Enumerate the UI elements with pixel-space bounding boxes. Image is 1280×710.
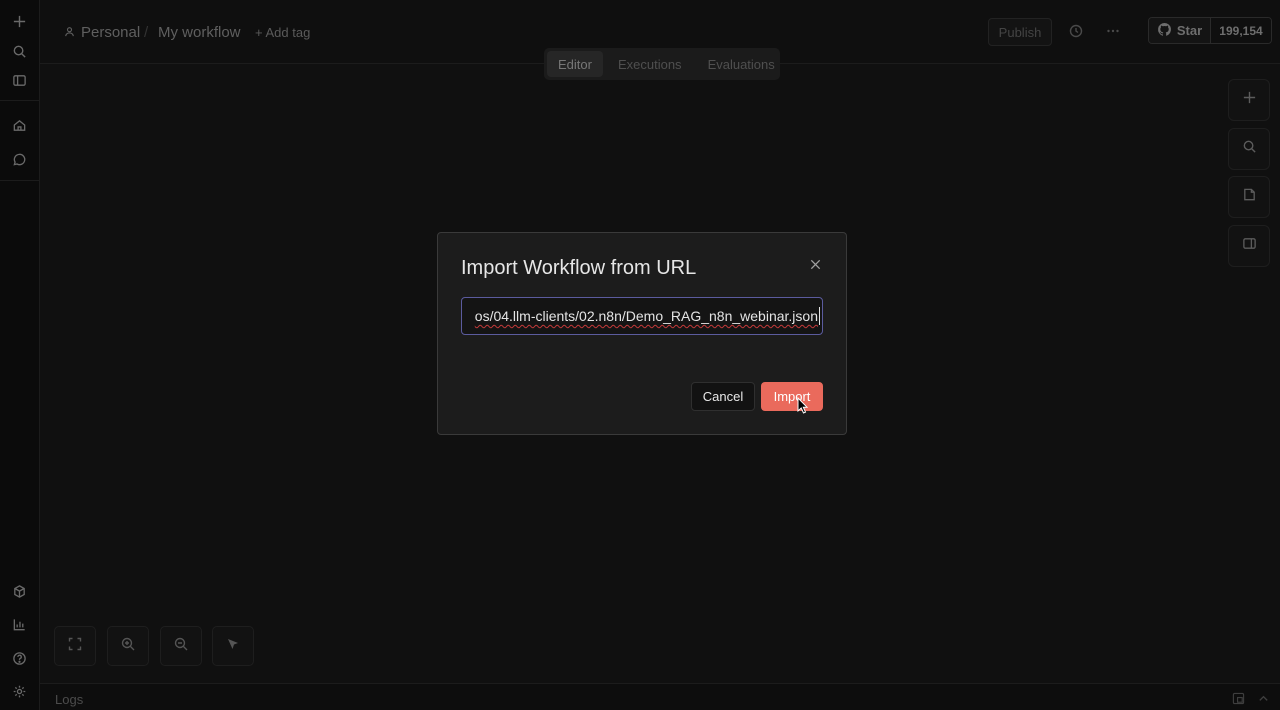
logs-panel-bar[interactable]: Logs [40,683,1280,710]
search-icon[interactable] [10,42,28,60]
toggle-panel-button[interactable] [1228,225,1270,267]
github-star-button[interactable]: Star 199,154 [1148,17,1272,44]
more-options-icon[interactable] [1105,23,1121,44]
add-tag-button[interactable]: + Add tag [255,25,310,40]
tab-executions[interactable]: Executions [607,51,693,77]
templates-icon[interactable] [10,582,28,600]
github-icon [1157,22,1172,40]
chevron-up-icon[interactable] [1257,692,1270,710]
github-star-label: Star [1176,23,1203,38]
breadcrumb-workflow-name[interactable]: My workflow [158,24,241,41]
insights-icon[interactable] [10,615,28,633]
sticky-note-button[interactable] [1228,176,1270,218]
url-input[interactable]: os/04.llm-clients/02.n8n/Demo_RAG_n8n_we… [461,297,823,335]
tab-editor[interactable]: Editor [547,51,603,77]
sticky-note-icon [1242,187,1257,207]
tab-evaluations[interactable]: Evaluations [697,51,786,77]
zoom-in-icon [120,636,136,657]
logs-popout-icon[interactable] [1232,692,1245,710]
help-icon[interactable] [10,649,28,667]
fullscreen-icon [67,636,83,657]
add-node-button[interactable] [1228,79,1270,121]
close-icon[interactable] [806,255,824,273]
breadcrumb-project[interactable]: Personal [64,24,140,41]
search-nodes-button[interactable] [1228,128,1270,170]
wand-icon [225,636,241,657]
plus-icon[interactable] [10,12,28,30]
import-url-dialog: Import Workflow from URL os/04.llm-clien… [437,232,847,435]
sidebar-divider [0,100,40,101]
panel-right-icon [1242,236,1257,256]
settings-gear-icon[interactable] [10,682,28,700]
mouse-cursor-icon [797,397,809,414]
zoom-in-button[interactable] [107,626,149,666]
history-icon[interactable] [1068,23,1084,44]
view-tabs: Editor Executions Evaluations [544,48,780,80]
zoom-out-button[interactable] [160,626,202,666]
chat-icon[interactable] [10,150,28,168]
search-icon [1242,139,1257,159]
dialog-title: Import Workflow from URL [461,257,697,279]
import-button[interactable]: Import [761,382,823,411]
zoom-out-icon [173,636,189,657]
fit-view-button[interactable] [54,626,96,666]
breadcrumb-separator: / [144,24,149,41]
user-icon [64,24,75,41]
logs-label: Logs [55,692,84,707]
text-caret [819,307,820,325]
github-star[interactable]: Star [1149,18,1211,43]
plus-icon [1242,90,1257,110]
panel-toggle-icon[interactable] [10,71,28,89]
github-star-count[interactable]: 199,154 [1211,18,1271,43]
home-icon[interactable] [10,116,28,134]
publish-button[interactable]: Publish [988,18,1052,46]
tidy-up-button[interactable] [212,626,254,666]
sidebar-divider [0,180,40,181]
url-input-value: os/04.llm-clients/02.n8n/Demo_RAG_n8n_we… [474,308,818,324]
cancel-button[interactable]: Cancel [691,382,755,411]
breadcrumb-project-label: Personal [81,24,141,41]
left-sidebar [0,0,40,710]
